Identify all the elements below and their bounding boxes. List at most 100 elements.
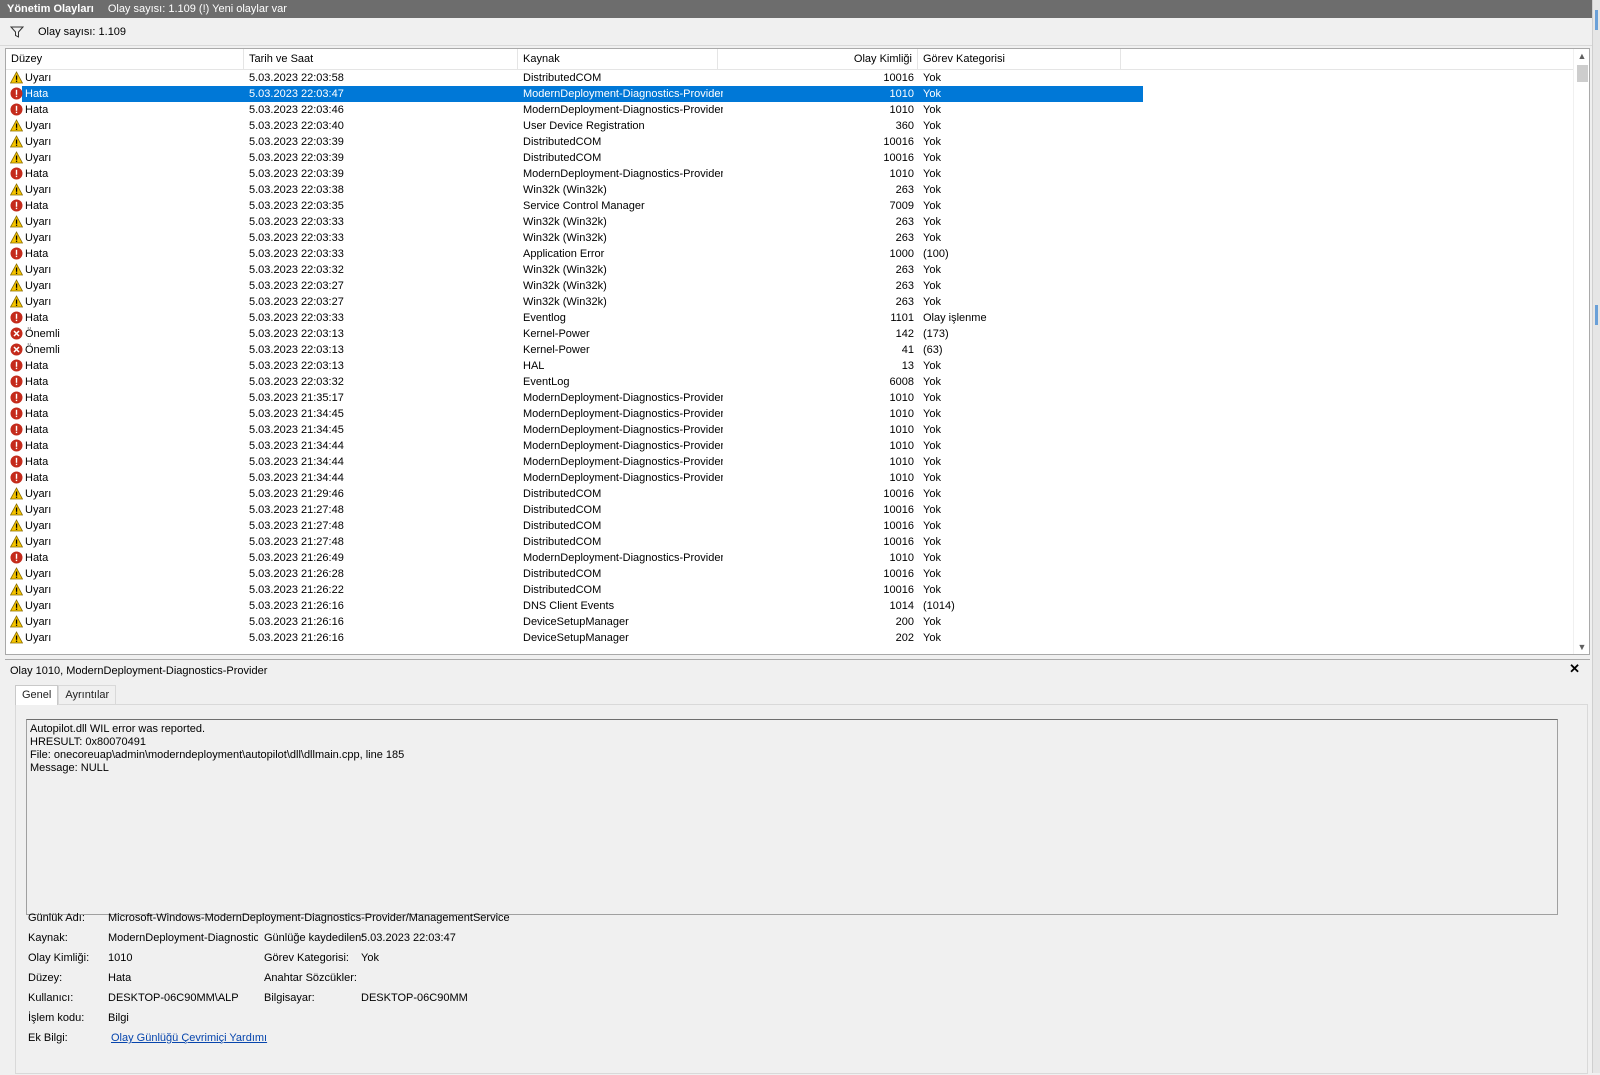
row-event-id: 360: [895, 120, 914, 132]
table-row[interactable]: Hata 5.03.2023 22:03:47 ModernDeployment-D…: [6, 86, 1576, 102]
row-level: Uyarı: [25, 568, 52, 580]
row-level: Uyarı: [25, 216, 52, 228]
table-row[interactable]: Hata 5.03.2023 21:34:45 ModernDeployment-D…: [6, 422, 1576, 438]
row-event-id: 10016: [883, 504, 914, 516]
row-category: Yok: [923, 360, 941, 372]
row-source: DistributedCOM: [523, 488, 602, 500]
list-header: Düzey Tarih ve Saat Kaynak Olay Kimliği …: [6, 49, 1576, 70]
filter-icon[interactable]: [10, 26, 24, 38]
row-date: 5.03.2023 22:03:13: [249, 328, 344, 340]
row-category: Yok: [923, 152, 941, 164]
table-row[interactable]: Uyarı 5.03.2023 22:03:39 DistributedCOM 100…: [6, 134, 1576, 150]
table-row[interactable]: Hata 5.03.2023 21:26:49 ModernDeployment-D…: [6, 550, 1576, 566]
warning-icon: [10, 215, 24, 229]
table-row[interactable]: Uyarı 5.03.2023 22:03:27 Win32k (Win32k) 26…: [6, 294, 1576, 310]
table-row[interactable]: Hata 5.03.2023 22:03:33 Eventlog 1101 Olay i…: [6, 310, 1576, 326]
table-row[interactable]: Hata 5.03.2023 22:03:35 Service Control Ma…: [6, 198, 1576, 214]
row-level: Hata: [25, 376, 49, 388]
close-icon[interactable]: ✕: [1569, 661, 1580, 677]
row-date: 5.03.2023 22:03:46: [249, 104, 344, 116]
column-header-level[interactable]: Düzey: [6, 49, 244, 70]
computer-label: Bilgisayar:: [264, 992, 315, 1004]
warning-icon: [10, 263, 24, 277]
row-category: Yok: [923, 408, 941, 420]
edge-marker: [1595, 10, 1598, 30]
level-value: Hata: [108, 972, 132, 984]
event-list[interactable]: Düzey Tarih ve Saat Kaynak Olay Kimliği …: [5, 48, 1590, 655]
row-event-id: 41: [901, 344, 914, 356]
row-level: Hata: [25, 360, 49, 372]
row-event-id: 263: [895, 216, 914, 228]
table-row[interactable]: Uyarı 5.03.2023 22:03:58 DistributedCOM 100…: [6, 70, 1576, 86]
table-row[interactable]: Uyarı 5.03.2023 21:26:16 DNS Client Events…: [6, 598, 1576, 614]
column-header-category[interactable]: Görev Kategorisi: [918, 49, 1121, 70]
table-row[interactable]: Hata 5.03.2023 21:34:44 ModernDeployment-D…: [6, 454, 1576, 470]
table-row[interactable]: Hata 5.03.2023 21:34:44 ModernDeployment-D…: [6, 438, 1576, 454]
row-event-id: 142: [895, 328, 914, 340]
table-row[interactable]: Uyarı 5.03.2023 21:27:48 DistributedCOM 100…: [6, 518, 1576, 534]
table-row[interactable]: Uyarı 5.03.2023 22:03:39 DistributedCOM 100…: [6, 150, 1576, 166]
table-row[interactable]: Uyarı 5.03.2023 22:03:33 Win32k (Win32k) 26…: [6, 214, 1576, 230]
table-row[interactable]: Uyarı 5.03.2023 21:26:22 DistributedCOM 100…: [6, 582, 1576, 598]
table-row[interactable]: Önemli 5.03.2023 22:03:13 Kernel-Power 41 (6…: [6, 342, 1576, 358]
online-help-link[interactable]: Olay Günlüğü Çevrimiçi Yardımı: [111, 1031, 267, 1045]
row-level: Uyarı: [25, 280, 52, 292]
log-name-label: Günlük Adı:: [28, 912, 85, 924]
table-row[interactable]: Hata 5.03.2023 21:35:17 ModernDeployment-D…: [6, 390, 1576, 406]
table-row[interactable]: Uyarı 5.03.2023 22:03:32 Win32k (Win32k) 26…: [6, 262, 1576, 278]
table-row[interactable]: Uyarı 5.03.2023 21:29:46 DistributedCOM 100…: [6, 486, 1576, 502]
error-icon: [10, 311, 24, 325]
row-event-id: 13: [901, 360, 914, 372]
list-scrollbar[interactable]: ▲ ▼: [1573, 49, 1589, 654]
row-date: 5.03.2023 21:34:44: [249, 440, 344, 452]
column-header-date[interactable]: Tarih ve Saat: [244, 49, 518, 70]
row-category: Yok: [923, 120, 941, 132]
table-row[interactable]: Hata 5.03.2023 22:03:46 ModernDeployment-D…: [6, 102, 1576, 118]
edge-marker: [1595, 305, 1598, 325]
row-category: Yok: [923, 488, 941, 500]
tab-general[interactable]: Genel: [15, 685, 59, 705]
table-row[interactable]: Uyarı 5.03.2023 21:27:48 DistributedCOM 100…: [6, 534, 1576, 550]
table-row[interactable]: Hata 5.03.2023 21:34:44 ModernDeployment-D…: [6, 470, 1576, 486]
row-event-id: 1010: [889, 424, 914, 436]
tab-details[interactable]: Ayrıntılar: [58, 685, 117, 704]
row-source: ModernDeployment-Diagnostics-Provider: [523, 168, 723, 180]
table-row[interactable]: Uyarı 5.03.2023 22:03:27 Win32k (Win32k) 26…: [6, 278, 1576, 294]
row-category: Yok: [923, 440, 941, 452]
table-row[interactable]: Uyarı 5.03.2023 22:03:38 Win32k (Win32k) 26…: [6, 182, 1576, 198]
table-row[interactable]: Uyarı 5.03.2023 22:03:40 User Device Regis…: [6, 118, 1576, 134]
row-date: 5.03.2023 21:26:16: [249, 632, 344, 644]
row-level: Uyarı: [25, 72, 52, 84]
table-row[interactable]: Uyarı 5.03.2023 22:03:33 Win32k (Win32k) 26…: [6, 230, 1576, 246]
scroll-thumb[interactable]: [1577, 65, 1588, 82]
row-source: ModernDeployment-Diagnostics-Provider: [523, 88, 723, 100]
table-row[interactable]: Uyarı 5.03.2023 21:27:48 DistributedCOM 100…: [6, 502, 1576, 518]
error-icon: [10, 359, 24, 373]
error-icon: [10, 391, 24, 405]
row-level: Uyarı: [25, 184, 52, 196]
table-row[interactable]: Hata 5.03.2023 22:03:32 EventLog 6008 Yok: [6, 374, 1576, 390]
warning-icon: [10, 631, 24, 645]
row-date: 5.03.2023 22:03:35: [249, 200, 344, 212]
table-row[interactable]: Uyarı 5.03.2023 21:26:16 DeviceSetupManage…: [6, 614, 1576, 630]
level-label: Düzey:: [28, 972, 63, 984]
log-name-value: Microsoft-Windows-ModernDeployment-Diagn…: [108, 912, 510, 924]
table-row[interactable]: Hata 5.03.2023 21:34:45 ModernDeployment-D…: [6, 406, 1576, 422]
table-row[interactable]: Uyarı 5.03.2023 21:26:28 DistributedCOM 100…: [6, 566, 1576, 582]
scroll-down-icon[interactable]: ▼: [1574, 640, 1589, 654]
table-row[interactable]: Hata 5.03.2023 22:03:33 Application Error 1…: [6, 246, 1576, 262]
logged-label: Günlüğe kaydedilen:: [264, 932, 365, 944]
column-header-event-id[interactable]: Olay Kimliği: [718, 49, 918, 70]
column-header-source[interactable]: Kaynak: [518, 49, 718, 70]
row-level: Uyarı: [25, 136, 52, 148]
scroll-up-icon[interactable]: ▲: [1574, 49, 1589, 63]
table-row[interactable]: Hata 5.03.2023 22:03:13 HAL 13 Yok: [6, 358, 1576, 374]
row-event-id: 10016: [883, 568, 914, 580]
table-row[interactable]: Önemli 5.03.2023 22:03:13 Kernel-Power 142 (…: [6, 326, 1576, 342]
warning-icon: [10, 119, 24, 133]
row-source: Win32k (Win32k): [523, 280, 607, 292]
event-detail-pane: Olay 1010, ModernDeployment-Diagnostics-…: [5, 659, 1590, 1074]
table-row[interactable]: Hata 5.03.2023 22:03:39 ModernDeployment-D…: [6, 166, 1576, 182]
error-icon: [10, 167, 24, 181]
table-row[interactable]: Uyarı 5.03.2023 21:26:16 DeviceSetupManage…: [6, 630, 1576, 646]
